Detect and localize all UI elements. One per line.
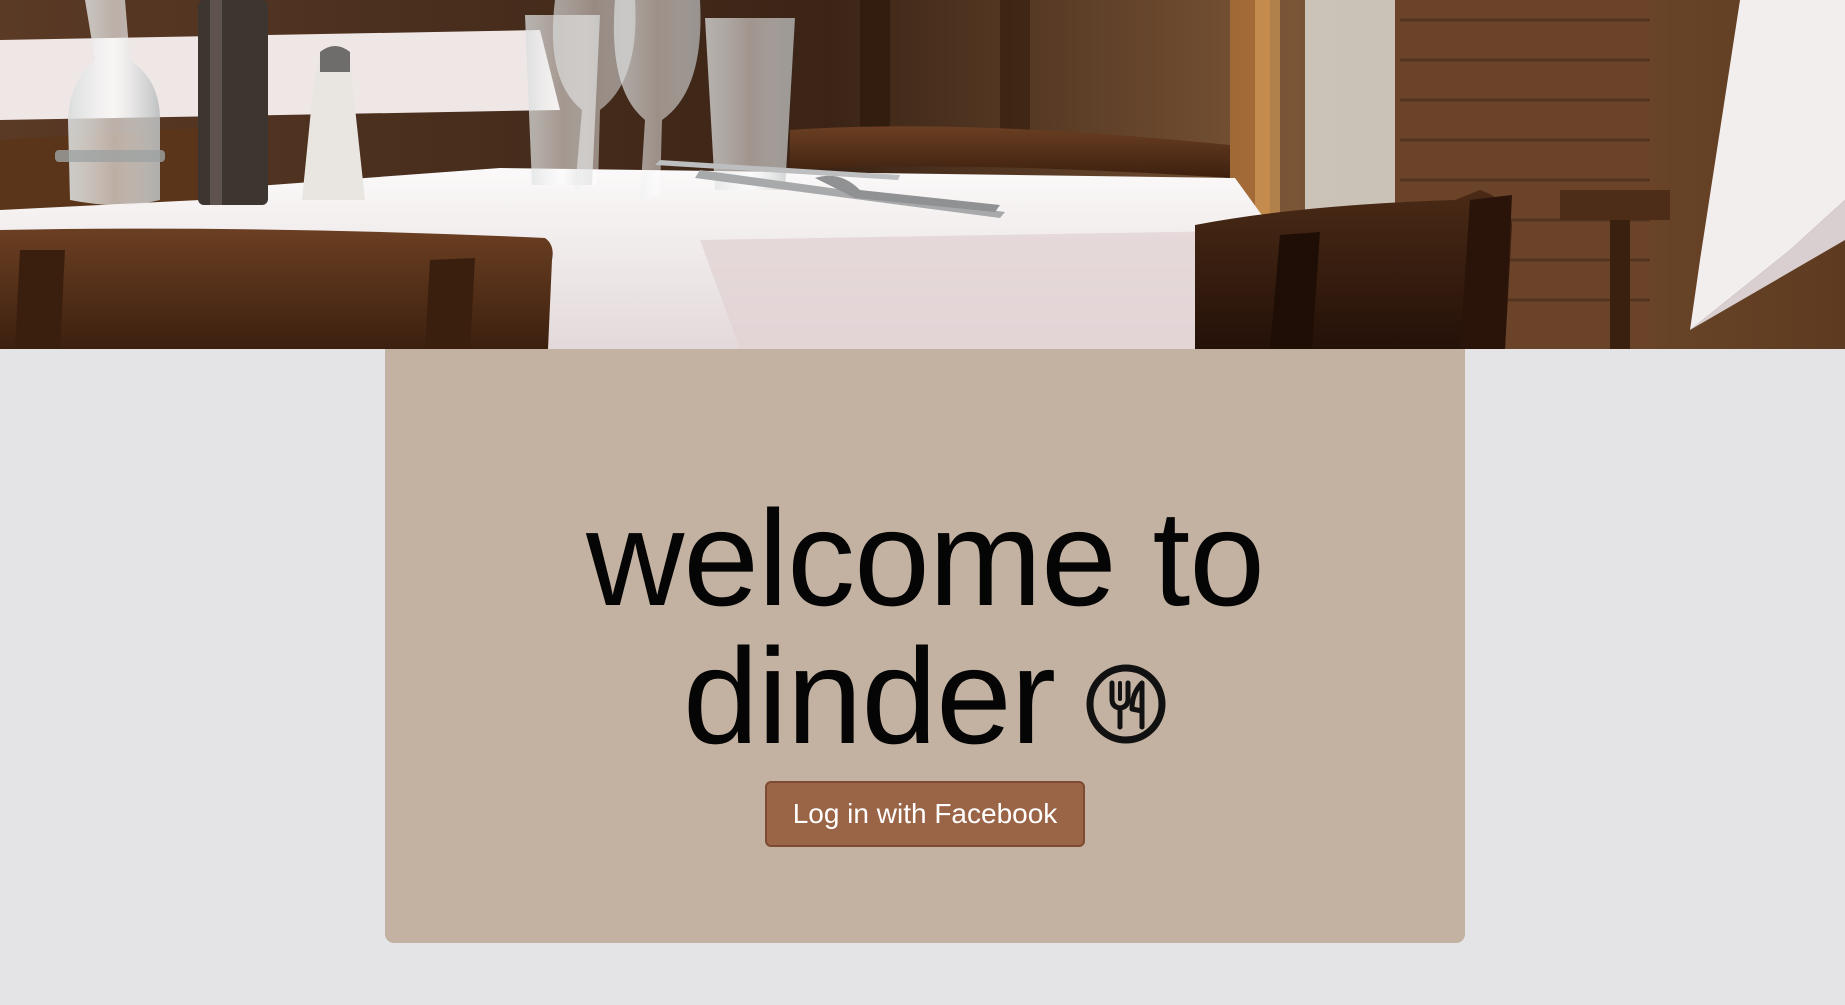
welcome-card: welcome to dinder Log in with Facebook bbox=[385, 349, 1465, 943]
restaurant-table-photo bbox=[0, 0, 1845, 349]
app-name: dinder bbox=[682, 620, 1056, 772]
fork-knife-circle-icon bbox=[1085, 663, 1167, 745]
welcome-title-line-1: welcome to bbox=[586, 482, 1265, 634]
login-page: welcome to dinder Log in with Facebook bbox=[0, 0, 1845, 1005]
welcome-title: welcome to dinder bbox=[385, 489, 1465, 765]
welcome-title-line-2: dinder bbox=[385, 627, 1465, 765]
hero-photo bbox=[0, 0, 1845, 349]
facebook-login-button[interactable]: Log in with Facebook bbox=[765, 781, 1085, 847]
